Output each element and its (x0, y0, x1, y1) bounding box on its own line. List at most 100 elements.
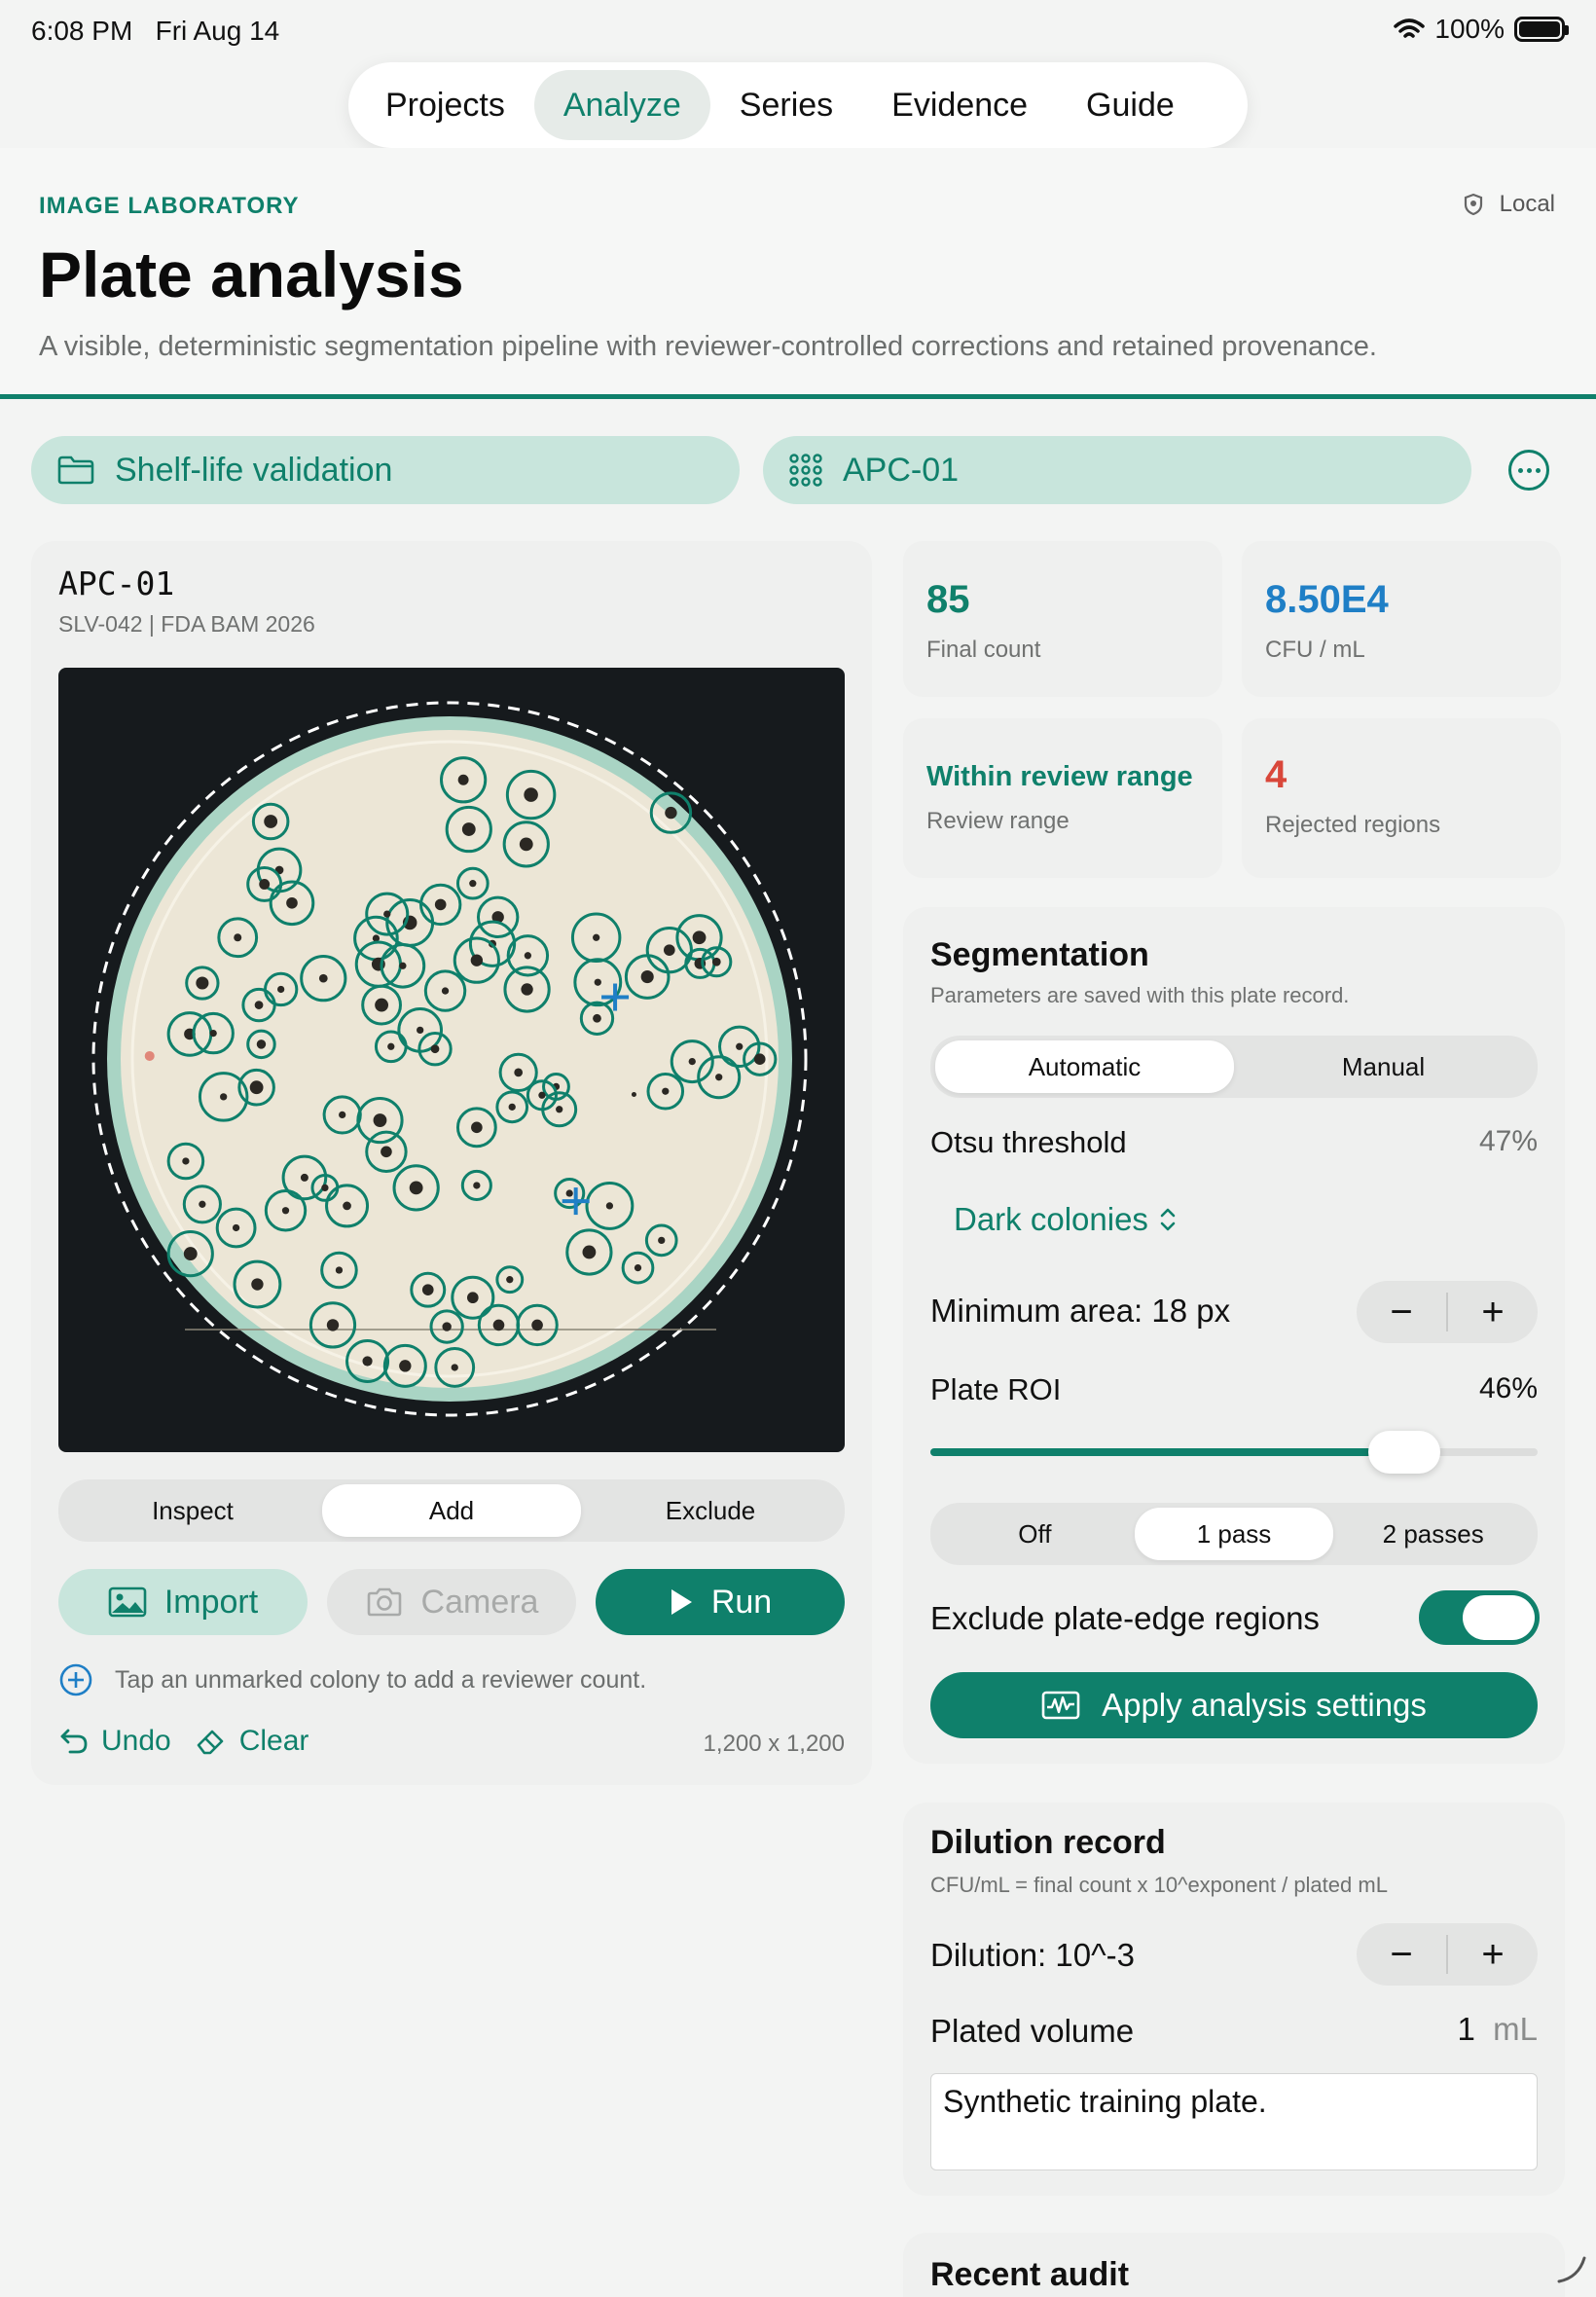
colony-dot[interactable] (753, 1053, 766, 1066)
passes-two[interactable]: 2 passes (1333, 1508, 1533, 1560)
colony-dot[interactable] (375, 998, 388, 1012)
colony-dot[interactable] (220, 1093, 228, 1101)
polarity-picker[interactable]: Dark colonies (954, 1201, 1178, 1238)
colony-dot[interactable] (399, 962, 407, 969)
colony-dot[interactable] (277, 985, 285, 994)
colony-dot[interactable] (593, 1013, 601, 1023)
tab-projects[interactable]: Projects (356, 70, 534, 140)
colony-dot[interactable] (434, 898, 447, 911)
colony-dot[interactable] (688, 1057, 696, 1066)
colony-dot[interactable] (665, 806, 677, 820)
colony-dot[interactable] (556, 1106, 563, 1113)
colony-dot[interactable] (531, 1319, 543, 1331)
tab-evidence[interactable]: Evidence (862, 70, 1057, 140)
colony-dot[interactable] (254, 1001, 264, 1009)
colony-dot[interactable] (409, 1181, 423, 1195)
colony-dot[interactable] (249, 1080, 264, 1095)
colony-dot[interactable] (692, 930, 707, 945)
passes-one[interactable]: 1 pass (1134, 1508, 1334, 1560)
colony-dot[interactable] (715, 1074, 723, 1081)
min-area-increment[interactable]: + (1448, 1281, 1538, 1343)
colony-dot[interactable] (256, 1039, 267, 1049)
colony-dot[interactable] (234, 933, 242, 942)
colony-dot[interactable] (524, 787, 538, 802)
colony-dot[interactable] (387, 1042, 395, 1050)
colony-dot[interactable] (471, 1121, 483, 1134)
colony-dot[interactable] (605, 1202, 614, 1210)
dilution-increment[interactable]: + (1448, 1923, 1538, 1986)
colony-dot[interactable] (470, 954, 484, 966)
colony-dot[interactable] (199, 1200, 206, 1208)
colony-dot[interactable] (251, 1278, 264, 1291)
plate-selector[interactable]: APC-01 (763, 436, 1471, 504)
colony-dot[interactable] (196, 976, 209, 990)
colony-dot[interactable] (508, 1103, 516, 1111)
eraser-icon[interactable] (195, 1726, 228, 1757)
colony-dot[interactable] (662, 1087, 670, 1095)
colony-dot[interactable] (318, 973, 328, 983)
passes-off[interactable]: Off (935, 1508, 1135, 1560)
colony-dot[interactable] (593, 933, 600, 941)
colony-dot[interactable] (663, 944, 675, 956)
colony-dot[interactable] (514, 1068, 524, 1077)
colony-dot[interactable] (640, 970, 654, 984)
colony-dot[interactable] (421, 1284, 434, 1295)
colony-dot[interactable] (232, 1223, 240, 1232)
colony-dot[interactable] (441, 987, 450, 995)
colony-dot[interactable] (417, 1026, 424, 1035)
colony-dot[interactable] (335, 1266, 344, 1274)
colony-dot[interactable] (209, 1029, 217, 1038)
apply-settings-button[interactable]: Apply analysis settings (930, 1672, 1538, 1738)
camera-button[interactable]: Camera (327, 1569, 576, 1635)
colony-dot[interactable] (736, 1042, 744, 1050)
colony-dot[interactable] (469, 880, 477, 888)
colony-dot[interactable] (339, 1111, 346, 1119)
mode-exclude[interactable]: Exclude (581, 1484, 840, 1537)
colony-dot[interactable] (362, 1356, 373, 1367)
colony-dot[interactable] (582, 1245, 597, 1259)
colony-dot[interactable] (521, 983, 533, 996)
mode-automatic[interactable]: Automatic (935, 1040, 1234, 1093)
colony-dot[interactable] (519, 837, 533, 852)
undo-button[interactable]: Undo (101, 1725, 171, 1758)
colony-dot[interactable] (457, 774, 469, 785)
colony-dot[interactable] (473, 1182, 481, 1189)
colony-dot[interactable] (286, 896, 298, 909)
colony-dot[interactable] (383, 910, 391, 918)
colony-dot[interactable] (281, 1207, 290, 1215)
plate-canvas[interactable] (58, 668, 845, 1452)
plated-volume-field[interactable]: 1 mL (1343, 2011, 1538, 2048)
notes-field[interactable]: Synthetic training plate. (930, 2073, 1538, 2170)
colony-dot[interactable] (466, 1292, 479, 1304)
colony-dot[interactable] (506, 1276, 514, 1284)
tab-analyze[interactable]: Analyze (533, 70, 710, 140)
run-button[interactable]: Run (596, 1569, 845, 1635)
colony-dot[interactable] (183, 1247, 198, 1260)
mode-manual[interactable]: Manual (1234, 1040, 1533, 1093)
colony-dot[interactable] (373, 1113, 387, 1127)
colony-dot[interactable] (594, 978, 601, 986)
colony-dot[interactable] (381, 1146, 392, 1158)
colony-dot[interactable] (343, 1201, 351, 1211)
colony-dot[interactable] (259, 879, 271, 890)
import-button[interactable]: Import (58, 1569, 308, 1635)
colony-dot[interactable] (524, 952, 532, 960)
colony-dot[interactable] (430, 1044, 440, 1054)
colony-dot[interactable] (658, 1236, 666, 1245)
exclude-edge-toggle[interactable] (1419, 1590, 1540, 1645)
roi-slider-thumb[interactable] (1367, 1431, 1440, 1474)
colony-dot[interactable] (492, 1319, 505, 1331)
tab-guide[interactable]: Guide (1057, 70, 1204, 140)
colony-dot[interactable] (442, 1322, 452, 1331)
colony-dot[interactable] (634, 1263, 642, 1272)
more-options-icon[interactable] (1508, 450, 1549, 491)
plate-image[interactable] (58, 668, 845, 1452)
mode-inspect[interactable]: Inspect (63, 1484, 322, 1537)
unmarked-colony[interactable] (631, 1091, 636, 1097)
colony-dot[interactable] (565, 1189, 573, 1197)
dilution-decrement[interactable]: − (1357, 1923, 1446, 1986)
project-selector[interactable]: Shelf-life validation (31, 436, 740, 504)
rejected-region[interactable] (144, 1050, 155, 1061)
clear-button[interactable]: Clear (239, 1725, 309, 1758)
colony-dot[interactable] (538, 1091, 546, 1099)
